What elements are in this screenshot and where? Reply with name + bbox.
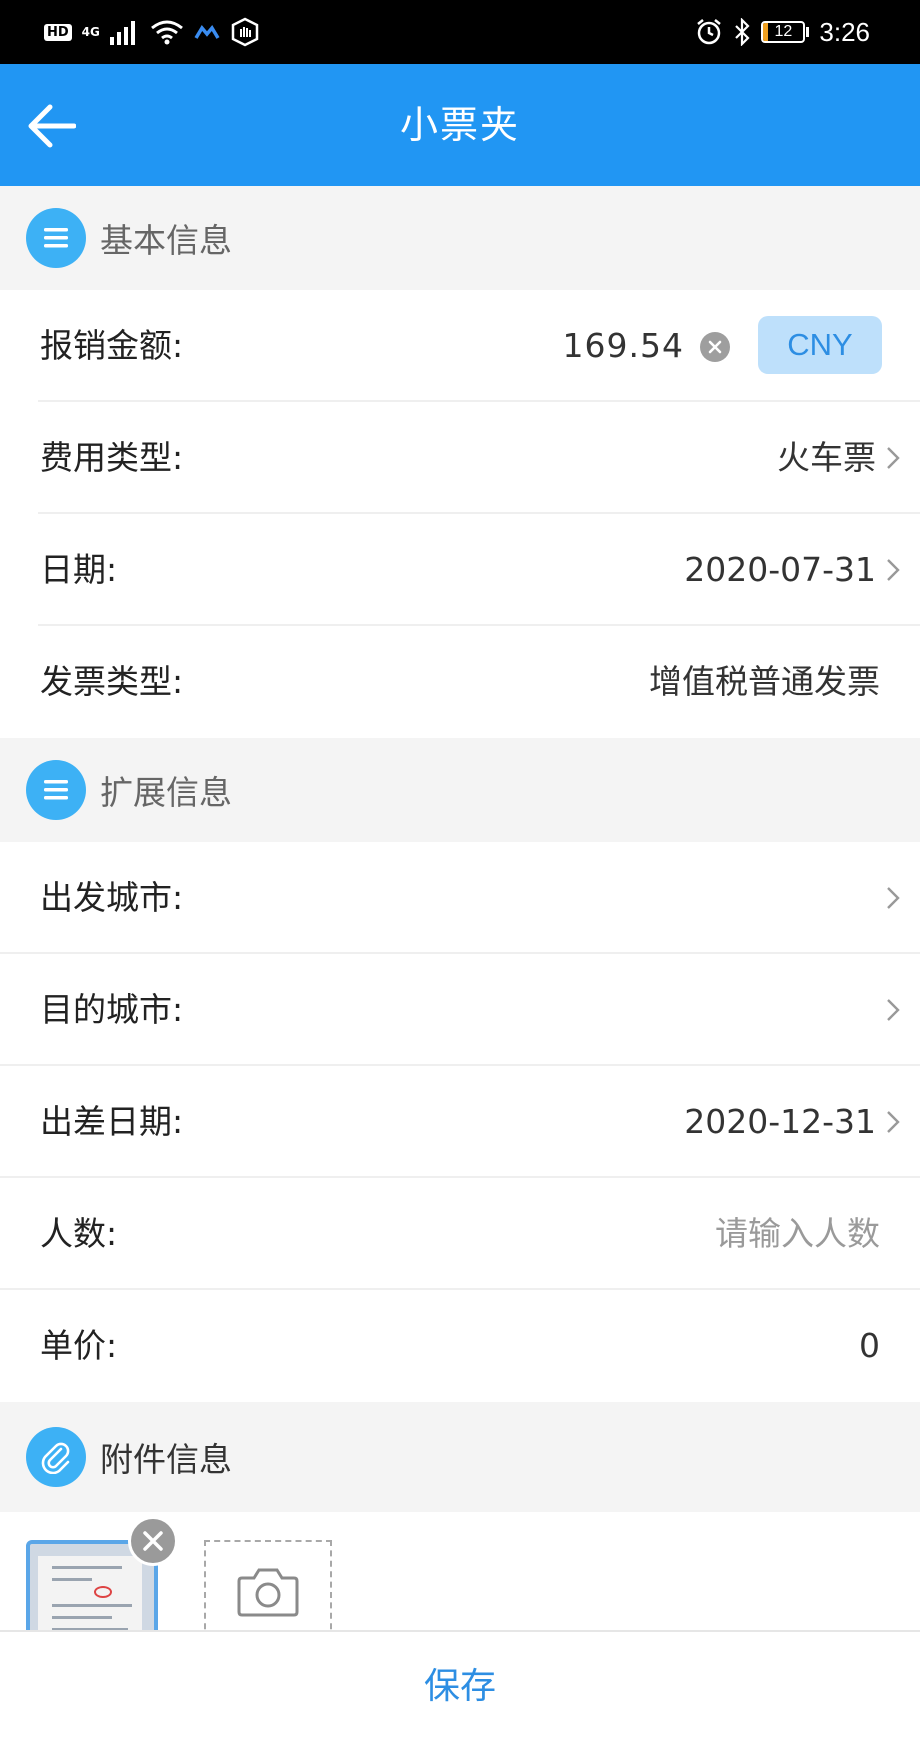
alarm-icon bbox=[697, 19, 722, 45]
amount-label: 报销金额: bbox=[40, 326, 184, 365]
section-header-attachment: 附件信息 bbox=[0, 1402, 920, 1512]
bottom-bar: 保存 bbox=[0, 1630, 920, 1742]
chevron-right-icon bbox=[887, 1111, 900, 1133]
paperclip-icon bbox=[26, 1427, 86, 1487]
unit-price-input[interactable]: 0 bbox=[859, 1290, 880, 1402]
close-icon bbox=[143, 1531, 163, 1551]
status-right: 12 3:26 bbox=[695, 14, 870, 50]
clock: 3:26 bbox=[819, 16, 870, 47]
camera-icon bbox=[237, 1568, 299, 1617]
amount-input[interactable]: 169.54 bbox=[563, 290, 684, 402]
date-label: 日期: bbox=[40, 550, 118, 589]
close-icon bbox=[708, 340, 722, 354]
remove-attachment-button[interactable] bbox=[128, 1516, 178, 1566]
clear-amount-button[interactable] bbox=[700, 332, 730, 362]
hd-indicator: HD bbox=[44, 23, 72, 41]
hand-badge-icon bbox=[231, 17, 259, 47]
page-title: 小票夹 bbox=[399, 103, 520, 147]
section-header-basic: 基本信息 bbox=[0, 186, 920, 290]
date-value: 2020-07-31 bbox=[684, 550, 876, 589]
attachment-area bbox=[0, 1512, 920, 1630]
battery-icon: 12 bbox=[761, 21, 810, 43]
invoice-type-value: 增值税普通发票 bbox=[649, 662, 880, 701]
people-input[interactable]: 请输入人数 bbox=[715, 1178, 880, 1290]
status-bar: HD 4G 12 3:26 bbox=[0, 0, 920, 64]
expense-type-value: 火车票 bbox=[777, 438, 876, 477]
list-icon bbox=[26, 760, 86, 820]
unit-price-label: 单价: bbox=[40, 1326, 118, 1365]
section-title-extended: 扩展信息 bbox=[100, 773, 232, 812]
unit-price-row: 单价: 0 bbox=[0, 1290, 920, 1402]
section-header-extended: 扩展信息 bbox=[0, 738, 920, 842]
status-left: HD 4G bbox=[44, 14, 260, 50]
signal-icon bbox=[109, 21, 135, 45]
chevron-right-icon bbox=[887, 447, 900, 469]
list-icon bbox=[26, 208, 86, 268]
chevron-right-icon bbox=[887, 887, 900, 909]
currency-button[interactable]: CNY bbox=[758, 316, 882, 374]
expense-type-row[interactable]: 费用类型: 火车票 bbox=[0, 402, 920, 514]
date-row[interactable]: 日期: 2020-07-31 bbox=[0, 514, 920, 626]
invoice-type-label: 发票类型: bbox=[40, 662, 184, 701]
save-button[interactable]: 保存 bbox=[0, 1632, 920, 1742]
amount-row: 报销金额: 169.54 CNY bbox=[0, 290, 920, 402]
wifi-icon bbox=[150, 20, 183, 45]
trip-date-label: 出差日期: bbox=[40, 1102, 184, 1141]
app-notification-icon bbox=[194, 24, 220, 39]
chevron-right-icon bbox=[887, 559, 900, 581]
bluetooth-icon bbox=[735, 18, 750, 46]
trip-date-row[interactable]: 出差日期: 2020-12-31 bbox=[0, 1066, 920, 1178]
destination-city-row[interactable]: 目的城市: bbox=[0, 954, 920, 1066]
network-type: 4G bbox=[81, 25, 100, 39]
departure-city-label: 出发城市: bbox=[40, 878, 184, 917]
trip-date-value: 2020-12-31 bbox=[684, 1102, 876, 1141]
expense-type-label: 费用类型: bbox=[40, 438, 184, 477]
section-title-basic: 基本信息 bbox=[100, 221, 232, 260]
add-photo-button[interactable] bbox=[204, 1540, 332, 1630]
battery-level: 12 bbox=[774, 23, 793, 40]
people-label: 人数: bbox=[40, 1214, 118, 1253]
departure-city-row[interactable]: 出发城市: bbox=[0, 842, 920, 954]
app-bar: 小票夹 bbox=[0, 64, 920, 186]
destination-city-label: 目的城市: bbox=[40, 990, 184, 1029]
invoice-type-row: 发票类型: 增值税普通发票 bbox=[0, 626, 920, 738]
people-row: 人数: 请输入人数 bbox=[0, 1178, 920, 1290]
chevron-right-icon bbox=[887, 999, 900, 1021]
section-title-attachment: 附件信息 bbox=[100, 1440, 232, 1479]
